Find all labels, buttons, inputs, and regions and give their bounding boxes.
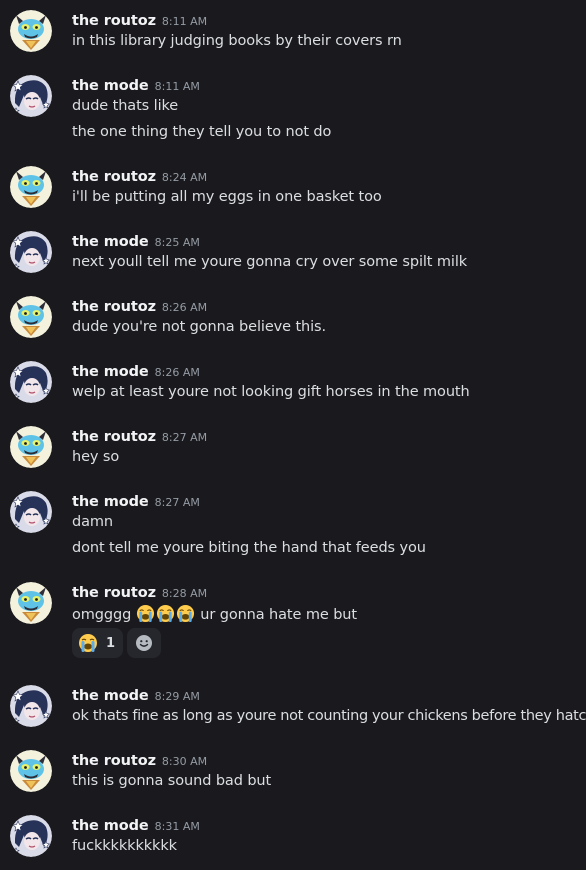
add-reaction-button[interactable] xyxy=(127,628,162,658)
timestamp: 8:11 AM xyxy=(154,80,200,93)
message: the routoz 8:30 AM this is gonna sound ba… xyxy=(0,740,586,802)
author-name[interactable]: the routoz xyxy=(72,753,156,769)
author-name[interactable]: the mode xyxy=(72,78,149,94)
message-text: omgggg ur gonna hate me but xyxy=(72,604,357,623)
loudly-crying-face-icon xyxy=(156,604,175,623)
timestamp: 8:25 AM xyxy=(154,236,200,249)
avatar[interactable] xyxy=(10,231,52,273)
message-text-part: ur gonna hate me but xyxy=(200,607,357,623)
message-text: in this library judging books by their c… xyxy=(72,33,402,49)
timestamp: 8:26 AM xyxy=(161,301,208,314)
author-name[interactable]: the routoz xyxy=(72,429,156,445)
message-text: i'll be putting all my eggs in one baske… xyxy=(72,189,382,205)
message: the mode 8:25 AM next youll tell me youre… xyxy=(0,221,586,283)
author-name[interactable]: the mode xyxy=(72,234,149,250)
smiley-icon xyxy=(136,635,153,651)
message: the routoz 8:27 AM hey so xyxy=(0,416,586,478)
timestamp: 8:28 AM xyxy=(161,587,208,600)
message-text: next youll tell me youre gonna cry over … xyxy=(72,254,468,270)
message-text: dude you're not gonna believe this. xyxy=(72,319,327,335)
avatar[interactable] xyxy=(10,296,52,338)
loudly-crying-face-icon xyxy=(78,633,98,653)
message: the routoz 8:28 AM omgggg ur gonna hate m… xyxy=(0,572,586,672)
message-text: hey so xyxy=(72,449,120,465)
message-text: this is gonna sound bad but xyxy=(72,773,272,789)
avatar[interactable] xyxy=(10,685,52,727)
reaction-count: 1 xyxy=(106,635,116,651)
timestamp: 8:30 AM xyxy=(161,755,208,768)
avatar[interactable] xyxy=(10,582,52,624)
message-text: dude thats like xyxy=(72,98,179,114)
timestamp: 8:26 AM xyxy=(154,366,200,379)
message: the mode 8:31 AM fuckkkkkkkkkk xyxy=(0,805,586,867)
message: the routoz 8:11 AM in this library judgin… xyxy=(0,0,586,62)
message: the mode 8:27 AM damn dont tell me youre … xyxy=(0,481,586,561)
message: the mode 8:11 AM dude thats like the one … xyxy=(0,65,586,145)
avatar[interactable] xyxy=(10,166,52,208)
author-name[interactable]: the routoz xyxy=(72,13,156,29)
message: the routoz 8:24 AM i'll be putting all my… xyxy=(0,156,586,218)
message: the mode 8:26 AM welp at least youre not … xyxy=(0,351,586,413)
message: the routoz 8:26 AM dude you're not gonna … xyxy=(0,286,586,348)
message-text: ok thats fine as long as youre not count… xyxy=(72,708,586,724)
timestamp: 8:27 AM xyxy=(154,496,200,509)
avatar[interactable] xyxy=(10,491,52,533)
reaction-cry[interactable]: 1 xyxy=(72,628,124,658)
author-name[interactable]: the routoz xyxy=(72,299,156,315)
avatar[interactable] xyxy=(10,750,52,792)
loudly-crying-face-icon xyxy=(136,604,155,623)
author-name[interactable]: the mode xyxy=(72,818,149,834)
message-text: fuckkkkkkkkkk xyxy=(72,838,177,854)
message: the mode 8:29 AM ok thats fine as long as… xyxy=(0,675,586,737)
reactions-bar: 1 xyxy=(72,628,162,658)
avatar[interactable] xyxy=(10,815,52,857)
message-text: the one thing they tell you to not do xyxy=(72,124,332,140)
timestamp: 8:24 AM xyxy=(161,171,208,184)
avatar[interactable] xyxy=(10,75,52,117)
message-text: welp at least youre not looking gift hor… xyxy=(72,384,470,400)
author-name[interactable]: the mode xyxy=(72,494,149,510)
avatar[interactable] xyxy=(10,10,52,52)
author-name[interactable]: the mode xyxy=(72,364,149,380)
timestamp: 8:31 AM xyxy=(154,820,200,833)
chat-log: the routoz 8:11 AM in this library judgin… xyxy=(0,0,586,870)
timestamp: 8:27 AM xyxy=(161,431,208,444)
message-text: dont tell me youre biting the hand that … xyxy=(72,540,426,556)
author-name[interactable]: the routoz xyxy=(72,169,156,185)
author-name[interactable]: the mode xyxy=(72,688,149,704)
timestamp: 8:11 AM xyxy=(161,15,208,28)
message-text-part: omgggg xyxy=(72,607,132,623)
timestamp: 8:29 AM xyxy=(154,690,200,703)
author-name[interactable]: the routoz xyxy=(72,585,156,601)
message-text: damn xyxy=(72,514,114,530)
avatar[interactable] xyxy=(10,426,52,468)
avatar[interactable] xyxy=(10,361,52,403)
loudly-crying-face-icon xyxy=(176,604,195,623)
